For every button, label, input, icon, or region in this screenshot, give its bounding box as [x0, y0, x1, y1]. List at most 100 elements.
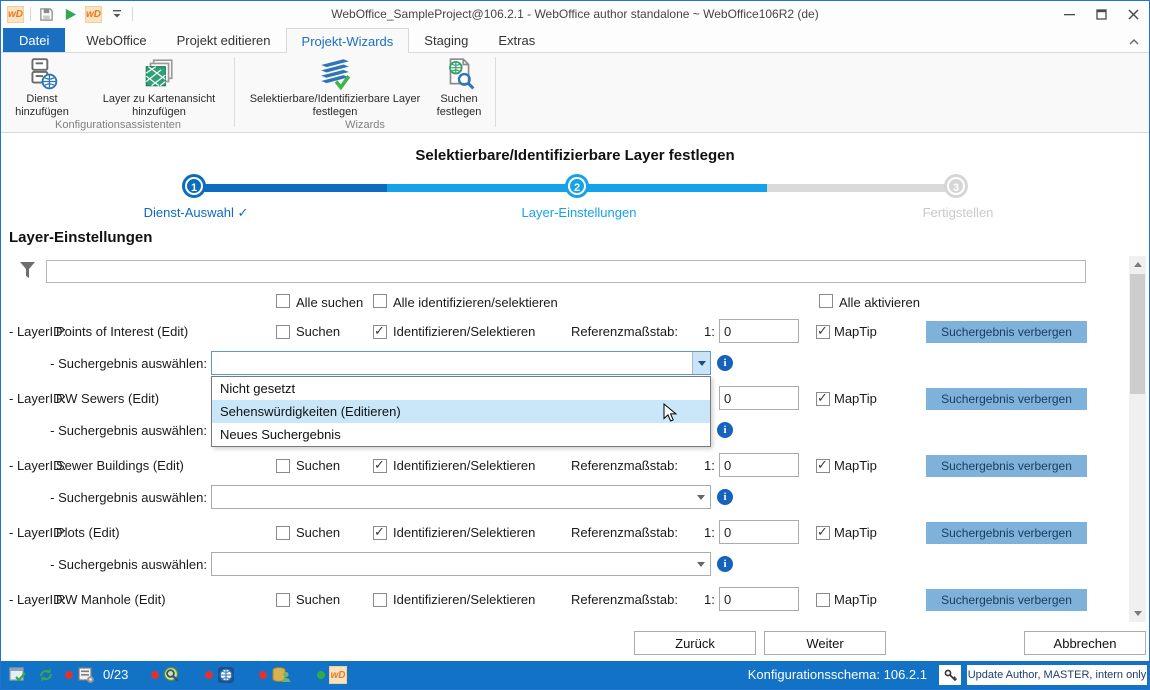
tab-extras[interactable]: Extras	[483, 28, 550, 52]
search-checkbox[interactable]	[276, 325, 290, 339]
tab-datei[interactable]: Datei	[3, 28, 65, 52]
globe-service-icon	[217, 666, 235, 684]
tab-weboffice[interactable]: WebOffice	[71, 28, 161, 52]
maptip-checkbox[interactable]	[816, 325, 830, 339]
hide-searchresult-button[interactable]: Suchergebnis verbergen	[926, 455, 1087, 477]
maptip-checkbox[interactable]	[816, 392, 830, 406]
section-title: Layer-Einstellungen	[9, 229, 152, 246]
search-checkbox[interactable]	[276, 526, 290, 540]
divider	[234, 57, 235, 127]
dropdown-option[interactable]: Neues Suchergebnis	[212, 423, 710, 446]
scroll-down-icon[interactable]	[1129, 605, 1146, 622]
identify-checkbox[interactable]	[373, 459, 387, 473]
set-searches-button[interactable]: Suchen festlegen	[429, 56, 489, 119]
combobox-arrow-icon[interactable]	[692, 352, 710, 374]
next-button[interactable]: Weiter	[764, 631, 886, 655]
update-author-button[interactable]: Update Author, MASTER, intern only	[967, 665, 1147, 685]
hide-searchresult-button[interactable]: Suchergebnis verbergen	[926, 589, 1087, 611]
maximize-button[interactable]	[1085, 1, 1117, 28]
all-search-checkbox[interactable]	[276, 294, 290, 308]
minimize-button[interactable]	[1053, 1, 1085, 28]
status-dot-red	[65, 671, 73, 679]
vertical-scrollbar[interactable]	[1129, 256, 1146, 622]
maptip-checkbox[interactable]	[816, 593, 830, 607]
refscale-input[interactable]	[719, 453, 799, 477]
status-dot-red	[205, 671, 213, 679]
scale-prefix: 1:	[704, 324, 715, 339]
wizard-title: Selektierbare/Identifizierbare Layer fes…	[1, 147, 1149, 164]
window-title: WebOffice_SampleProject@106.2.1 - WebOff…	[1, 7, 1149, 21]
hide-searchresult-button[interactable]: Suchergebnis verbergen	[926, 321, 1087, 343]
refscale-input[interactable]	[719, 587, 799, 611]
info-icon[interactable]: i	[717, 556, 733, 572]
hide-searchresult-button[interactable]: Suchergebnis verbergen	[926, 388, 1087, 410]
key-icon	[944, 669, 957, 682]
all-activate-checkbox[interactable]	[819, 294, 833, 308]
add-layer-to-mapview-button[interactable]: Layer zu Kartenansicht hinzufügen	[85, 56, 233, 119]
searchresult-row: - Suchergebnis auswählen: i	[1, 552, 1149, 577]
combobox-arrow-icon[interactable]	[692, 486, 710, 508]
collapse-ribbon-icon[interactable]	[1129, 34, 1139, 49]
key-button[interactable]	[939, 665, 961, 685]
maptip-label: MapTip	[834, 458, 877, 473]
layer-row: - LayerID: Points of Interest (Edit) Suc…	[1, 319, 1149, 345]
add-service-button[interactable]: Dienst hinzufügen	[9, 56, 75, 119]
set-selectable-layers-button[interactable]: Selektierbare/Identifizierbare Layer fes…	[241, 56, 429, 119]
identify-checkbox[interactable]	[373, 526, 387, 540]
layer-row: - LayerID: Plots (Edit) Suchen Identifiz…	[1, 520, 1149, 546]
step-3-circle: 3	[947, 177, 965, 195]
search-label: Suchen	[296, 458, 340, 473]
close-button[interactable]	[1117, 1, 1149, 28]
tab-staging[interactable]: Staging	[409, 28, 483, 52]
searchresult-combobox[interactable]	[211, 351, 711, 375]
divider	[495, 57, 496, 127]
info-icon[interactable]: i	[717, 422, 733, 438]
searchresult-combobox[interactable]	[211, 552, 711, 576]
info-icon[interactable]: i	[717, 489, 733, 505]
ribbon-group-label: Wizards	[236, 119, 494, 131]
tab-projekt-wizards[interactable]: Projekt-Wizards	[286, 28, 410, 53]
maptip-checkbox[interactable]	[816, 459, 830, 473]
dropdown-option[interactable]: Nicht gesetzt	[212, 377, 710, 400]
filter-input[interactable]	[46, 260, 1086, 283]
select-result-label: - Suchergebnis auswählen:	[41, 356, 207, 371]
database-user-icon	[271, 666, 289, 684]
maptip-checkbox[interactable]	[816, 526, 830, 540]
refscale-label: Referenzmaßstab:	[571, 324, 678, 339]
config-schema-label: Konfigurationsschema: 106.2.1	[748, 667, 927, 682]
refscale-input[interactable]	[719, 386, 799, 410]
step-1-label: Dienst-Auswahl ✓	[106, 205, 286, 221]
all-identify-checkbox[interactable]	[373, 294, 387, 308]
scrollbar-thumb[interactable]	[1130, 274, 1145, 394]
refscale-input[interactable]	[719, 319, 799, 343]
ribbon-button-label: Selektierbare/Identifizierbare Layer fes…	[241, 93, 429, 119]
identify-label: Identifizieren/Selektieren	[393, 458, 535, 473]
combobox-arrow-icon[interactable]	[692, 553, 710, 575]
info-icon[interactable]: i	[717, 355, 733, 371]
search-checkbox[interactable]	[276, 459, 290, 473]
search-checkbox[interactable]	[276, 593, 290, 607]
selectable-layers-icon	[318, 56, 352, 90]
ribbon-group-label: Konfigurationsassistenten	[3, 119, 233, 131]
identify-checkbox[interactable]	[373, 325, 387, 339]
hide-searchresult-button[interactable]: Suchergebnis verbergen	[926, 522, 1087, 544]
searchresult-combobox[interactable]	[211, 485, 711, 509]
layer-name: Sewer Buildings (Edit)	[56, 458, 184, 473]
refscale-input[interactable]	[719, 520, 799, 544]
all-activate-label: Alle aktivieren	[839, 295, 920, 310]
select-result-label: - Suchergebnis auswählen:	[41, 423, 207, 438]
cancel-button[interactable]: Abbrechen	[1024, 631, 1146, 655]
identify-checkbox[interactable]	[373, 593, 387, 607]
layer-name: Points of Interest (Edit)	[56, 324, 188, 339]
back-button[interactable]: Zurück	[634, 631, 756, 655]
weboffice-status-icon: wD	[329, 666, 347, 684]
identify-label: Identifizieren/Selektieren	[393, 525, 535, 540]
dropdown-option[interactable]: Sehenswürdigkeiten (Editieren)	[212, 400, 710, 423]
layer-name: RW Manhole (Edit)	[56, 592, 166, 607]
step-2-label: Layer-Einstellungen	[489, 205, 669, 220]
tab-projekt-editieren[interactable]: Projekt editieren	[162, 28, 286, 52]
status-counter: 0/23	[103, 667, 128, 682]
layer-row: - LayerID: RW Manhole (Edit) Suchen Iden…	[1, 587, 1149, 613]
scroll-up-icon[interactable]	[1129, 256, 1146, 273]
searchresult-row: - Suchergebnis auswählen: i	[1, 351, 1149, 376]
